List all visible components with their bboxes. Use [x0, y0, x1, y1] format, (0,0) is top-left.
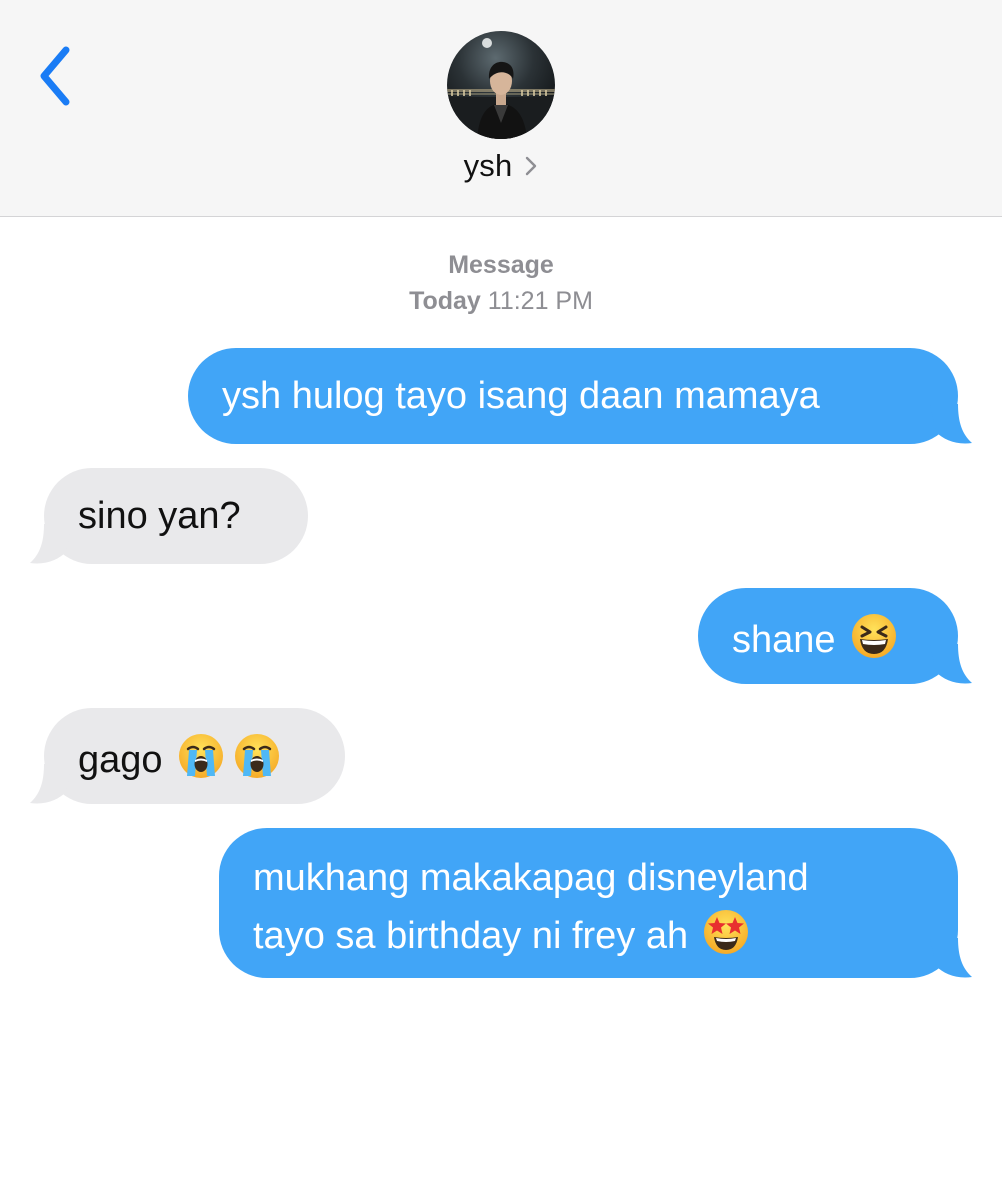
- received-message-bubble[interactable]: gago: [44, 708, 345, 804]
- sent-bubble-tail: [930, 404, 972, 444]
- star-struck-emoji: [702, 908, 750, 968]
- message-row: gago: [78, 732, 345, 792]
- message-row: shane: [732, 612, 958, 672]
- message-text: sino yan?: [78, 495, 241, 537]
- avatar-photo: [447, 31, 555, 139]
- received-bubble-tail: [30, 524, 72, 564]
- sent-bubble-tail: [930, 644, 972, 684]
- sent-message-bubble[interactable]: shane: [698, 588, 958, 684]
- conversation-header: ysh: [0, 0, 1002, 217]
- sent-message-bubble[interactable]: ysh hulog tayo isang daan mamaya: [188, 348, 958, 444]
- timestamp-time: 11:21 PM: [487, 287, 593, 315]
- loudly-crying-face-emoji: [233, 732, 281, 792]
- message-text: gago: [78, 739, 163, 782]
- timestamp-day: Today: [409, 287, 481, 315]
- received-message-bubble[interactable]: sino yan?: [44, 468, 308, 564]
- contact-avatar[interactable]: [447, 31, 555, 139]
- timestamp: Today 11:21 PM: [0, 287, 1002, 316]
- chevron-right-icon: [524, 155, 538, 177]
- message-text: ysh hulog tayo isang daan mamaya: [222, 375, 820, 417]
- contact-name: ysh: [463, 148, 513, 183]
- sent-bubble-tail: [930, 938, 972, 978]
- service-label: Message: [448, 251, 554, 279]
- sent-message-bubble[interactable]: mukhang makakapag disneyland tayo sa bir…: [219, 828, 958, 978]
- message-line: tayo sa birthday ni frey ah: [253, 915, 689, 958]
- contact-name-button[interactable]: ysh: [0, 148, 1002, 184]
- received-bubble-tail: [30, 764, 72, 804]
- loudly-crying-face-emoji: [177, 732, 225, 792]
- back-button[interactable]: [26, 38, 82, 114]
- messages-screen: ysh Message Today 11:21 PM ysh hulog tay…: [0, 0, 1002, 1200]
- message-text: shane: [732, 619, 836, 662]
- message-row: tayo sa birthday ni frey ah: [253, 908, 958, 968]
- grinning-squinting-face-emoji: [850, 612, 898, 672]
- message-line: mukhang makakapag disneyland: [253, 857, 809, 899]
- chevron-left-icon: [40, 46, 70, 106]
